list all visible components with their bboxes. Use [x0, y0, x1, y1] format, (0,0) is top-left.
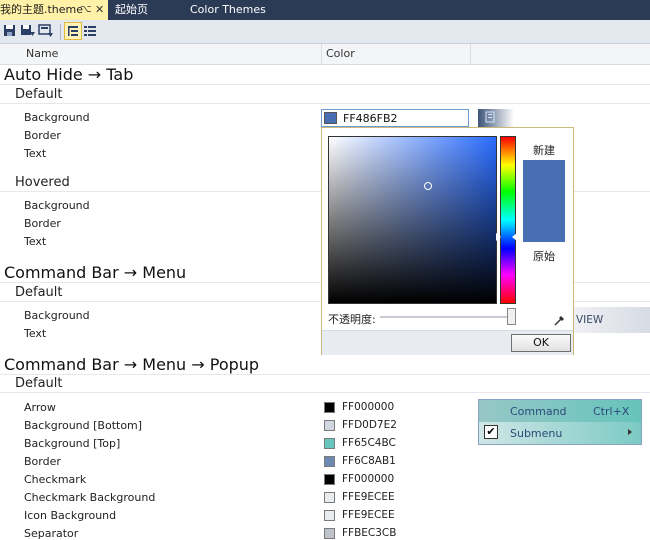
item-text[interactable]: Text [24, 235, 46, 248]
save-icon[interactable] [2, 23, 18, 39]
pin-icon[interactable]: ⌥ [80, 0, 92, 20]
column-divider[interactable] [321, 44, 322, 64]
item-text[interactable]: Text [24, 147, 46, 160]
item-background[interactable]: Background [24, 111, 90, 124]
divider [0, 392, 650, 393]
hue-handle-left[interactable] [496, 233, 501, 241]
new-color-swatch [523, 160, 565, 242]
group-default[interactable]: Default [15, 285, 63, 300]
column-header [0, 44, 650, 65]
checkmark-icon: ✔ [484, 425, 498, 439]
item-border[interactable]: Border [24, 217, 61, 230]
original-color-label: 原始 [533, 250, 555, 263]
color-swatch[interactable] [324, 492, 335, 503]
opacity-slider-thumb[interactable] [507, 308, 516, 325]
ok-button[interactable]: OK [511, 334, 571, 352]
color-swatch[interactable] [324, 402, 335, 413]
property-label[interactable]: Arrow [24, 401, 56, 414]
color-swatch[interactable] [324, 474, 335, 485]
submenu-arrow-icon [628, 429, 632, 435]
color-value-text[interactable]: FFE9ECEE [342, 491, 395, 503]
color-value-text[interactable]: FF486FB2 [343, 112, 398, 125]
menu-item-shortcut: Ctrl+X [593, 405, 630, 418]
toolbar-separator [60, 24, 61, 40]
tab-theme-file[interactable]: 我的主题.theme ⌥ ✕ [0, 0, 108, 20]
close-icon[interactable]: ✕ [95, 0, 104, 20]
hue-handle-right[interactable] [512, 233, 517, 241]
saturation-value-area[interactable] [328, 136, 497, 304]
property-label[interactable]: Background [Bottom] [24, 419, 142, 432]
item-background[interactable]: Background [24, 309, 90, 322]
color-value-text[interactable]: FFD0D7E2 [342, 419, 397, 431]
color-selector-handle[interactable] [424, 182, 432, 190]
save-as-icon[interactable] [20, 23, 36, 39]
property-label[interactable]: Border [24, 455, 61, 468]
column-divider[interactable] [470, 44, 471, 64]
hue-slider[interactable] [500, 136, 516, 304]
property-label[interactable]: Icon Background [24, 509, 116, 522]
list-view-icon[interactable] [82, 23, 98, 39]
opacity-slider[interactable] [380, 316, 510, 318]
property-label[interactable]: Background [Top] [24, 437, 120, 450]
item-text[interactable]: Text [24, 327, 46, 340]
eyedropper-icon[interactable] [554, 311, 566, 326]
item-background[interactable]: Background [24, 199, 90, 212]
export-icon[interactable] [38, 23, 54, 39]
color-value-text[interactable]: FFBEC3CB [342, 527, 396, 539]
categorized-view-button[interactable] [64, 22, 82, 40]
opacity-label: 不透明度: [328, 313, 376, 326]
menu-item-command-label: Command [510, 405, 567, 418]
divider [0, 374, 650, 375]
menu-bar-preview-text: VIEW [576, 314, 604, 326]
color-swatch[interactable] [324, 510, 335, 521]
item-border[interactable]: Border [24, 129, 61, 142]
tab-theme-file-label: 我的主题.theme [0, 3, 84, 16]
group-default[interactable]: Default [15, 87, 63, 102]
category-command-bar-menu[interactable]: Command Bar → Menu [4, 263, 186, 282]
color-value-text[interactable]: FF65C4BC [342, 437, 396, 449]
color-swatch[interactable] [324, 420, 335, 431]
menu-item-submenu-label: Submenu [510, 427, 563, 440]
color-value-text[interactable]: FFE9ECEE [342, 509, 395, 521]
tab-preview-icon [485, 111, 495, 126]
group-default[interactable]: Default [15, 376, 63, 391]
property-label[interactable]: Checkmark Background [24, 491, 155, 504]
color-value-text[interactable]: FF000000 [342, 473, 394, 485]
column-name-header[interactable]: Name [26, 47, 58, 60]
group-hovered[interactable]: Hovered [15, 175, 70, 190]
color-swatch[interactable] [324, 438, 335, 449]
category-auto-hide-tab[interactable]: Auto Hide → Tab [4, 65, 133, 84]
color-swatch[interactable] [324, 112, 337, 124]
color-value-text[interactable]: FF000000 [342, 401, 394, 413]
property-label[interactable]: Checkmark [24, 473, 86, 486]
color-value-text[interactable]: FF6C8AB1 [342, 455, 396, 467]
new-color-label: 新建 [533, 144, 555, 157]
column-color-header[interactable]: Color [326, 47, 355, 60]
tab-color-themes[interactable]: Color Themes [190, 0, 266, 20]
category-command-bar-menu-popup[interactable]: Command Bar → Menu → Popup [4, 355, 259, 374]
divider [0, 103, 650, 104]
divider [0, 84, 650, 85]
color-swatch[interactable] [324, 456, 335, 467]
tab-start-page[interactable]: 起始页 [115, 0, 148, 20]
tab-preview [478, 109, 514, 127]
